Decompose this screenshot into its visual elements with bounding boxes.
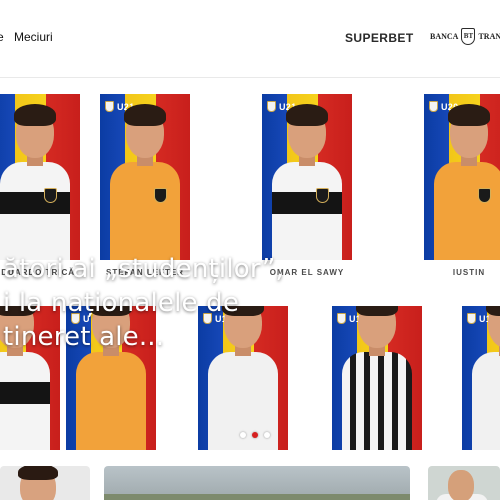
player-tile: U bbox=[66, 306, 156, 450]
stadium-photo bbox=[104, 494, 410, 500]
slider-pagination bbox=[240, 432, 270, 438]
player-kit bbox=[0, 352, 50, 450]
banca-transilvania-logo[interactable]: BANCA BT TRANSI bbox=[430, 27, 500, 45]
player-tile: EDUARDO TRICĂ bbox=[0, 94, 80, 282]
player-photo bbox=[0, 100, 70, 262]
bt-shield-icon: BT bbox=[461, 27, 476, 45]
news-card-thumbnail[interactable] bbox=[104, 466, 410, 500]
slider-dot-active[interactable] bbox=[252, 432, 258, 438]
news-card-thumbnail[interactable] bbox=[428, 466, 500, 500]
player-photo bbox=[342, 306, 412, 450]
player-photo bbox=[434, 100, 500, 262]
bt-logo-text-left: BANCA bbox=[430, 31, 459, 41]
slider-dot[interactable] bbox=[264, 432, 270, 438]
player-kit bbox=[272, 162, 342, 262]
player-name: OMAR EL SAWY bbox=[269, 268, 345, 277]
player-tile: U19 bbox=[462, 306, 500, 450]
player-tile: U20 IUSTIN bbox=[424, 94, 500, 282]
player-kit bbox=[110, 162, 180, 262]
player-name: EDUARDO TRICĂ bbox=[0, 268, 76, 277]
player-kit bbox=[342, 352, 412, 450]
player-kit bbox=[0, 162, 70, 262]
bt-logo-text-right: TRANSI bbox=[478, 31, 500, 41]
player-tile: U19 bbox=[332, 306, 422, 450]
player-tile bbox=[0, 306, 60, 450]
top-navigation: e Meciuri SUPERBET BANCA BT TRANSI bbox=[0, 0, 500, 78]
club-crest-icon bbox=[316, 188, 329, 203]
player-name: IUSTIN bbox=[452, 268, 486, 277]
player-photo bbox=[110, 100, 180, 262]
player-tile: U1 bbox=[198, 306, 288, 450]
player-kit bbox=[76, 352, 146, 450]
superbet-logo[interactable]: SUPERBET bbox=[345, 31, 414, 45]
player-photo bbox=[208, 306, 278, 450]
club-crest-icon bbox=[478, 188, 491, 203]
player-tile: U21 OMAR EL SAWY bbox=[262, 94, 352, 282]
player-tile: U21 ȘTEFAN LEFTER bbox=[100, 94, 190, 282]
club-crest-icon bbox=[44, 188, 57, 203]
hero-slider[interactable]: EDUARDO TRICĂ U21 ȘTEFAN LEFTER U21 OMAR… bbox=[0, 94, 500, 450]
club-crest-icon bbox=[154, 188, 167, 203]
player-kit bbox=[472, 352, 500, 450]
player-kit bbox=[434, 162, 500, 262]
nav-item-partial[interactable]: e bbox=[0, 30, 4, 44]
player-photo bbox=[76, 306, 146, 450]
nav-item-meciuri[interactable]: Meciuri bbox=[14, 30, 53, 44]
player-photo bbox=[472, 306, 500, 450]
player-name: ȘTEFAN LEFTER bbox=[106, 268, 184, 277]
player-photo bbox=[272, 100, 342, 262]
news-card-thumbnail[interactable] bbox=[0, 466, 90, 500]
slider-dot[interactable] bbox=[240, 432, 246, 438]
player-photo bbox=[0, 306, 50, 450]
